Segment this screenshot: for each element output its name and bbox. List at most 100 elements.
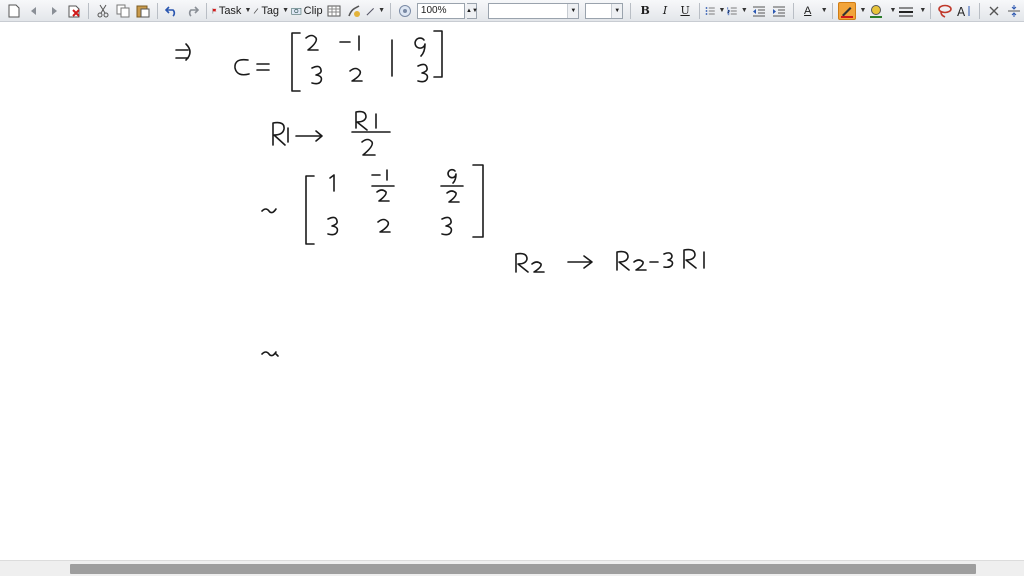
text-size-button[interactable]: A [956,2,974,20]
ink-r1-right [683,248,705,269]
task-button[interactable]: Task ▼ [212,2,252,20]
ink-right-bracket-2 [472,164,484,238]
fill-color-button[interactable] [867,2,885,20]
outdent-button[interactable] [750,2,768,20]
zoom-button[interactable] [396,2,414,20]
pen-icon [366,7,374,16]
table-icon [327,5,341,16]
ink-left-bracket-1 [291,32,301,92]
ink-equals-sign [256,63,270,71]
ink-r1-left [272,121,289,146]
text-color-label: A [804,4,812,17]
table-button[interactable] [325,2,343,20]
ink-minus-half [371,169,395,202]
ink-r2-left [515,252,545,273]
font-name-select[interactable]: ▼ [488,2,580,19]
highlighter-button[interactable] [837,1,856,20]
highlighter-icon [840,6,853,18]
chevron-down-icon: ▼ [611,3,623,18]
paste-icon [136,5,150,17]
cut-button[interactable] [94,2,112,20]
delete-button[interactable] [65,2,83,20]
svg-text:A: A [957,5,966,18]
ink-nine-half [440,168,464,203]
ink-digit-3c [327,216,339,236]
handwritten-ink [175,30,705,357]
toolbar-separator [930,2,932,19]
fill-color-dropdown-icon[interactable]: ▼ [889,7,896,14]
note-canvas[interactable] [0,22,1024,560]
ink-letter-c [234,58,250,76]
line-style-button[interactable] [897,2,915,20]
redo-icon [188,5,199,17]
undo-button[interactable] [163,2,181,20]
tag-button[interactable]: Tag ▼ [253,2,289,20]
chevron-down-icon: ▼ [567,3,579,18]
text-color-dropdown-icon[interactable]: ▼ [821,7,828,14]
ink-arrow-2 [567,255,593,269]
toolbar-separator [792,2,794,19]
ink-digit-3d [441,216,453,236]
highlighter-dropdown-icon[interactable]: ▼ [860,7,867,14]
insert-space-button[interactable] [1005,2,1023,20]
new-page-button[interactable] [5,2,23,20]
back-button[interactable] [25,2,43,20]
tag-icon [254,7,259,14]
copy-button[interactable] [114,2,132,20]
toolbar-separator [88,2,89,19]
italic-button[interactable]: I [656,2,674,20]
zoom-input[interactable]: 100% [416,2,466,19]
ink-r2-right [616,250,647,271]
ink-digit-3b [417,63,429,83]
line-style-icon [899,7,914,16]
text-size-icon: A [957,5,970,18]
forward-icon [52,6,57,15]
bullets-icon [705,6,715,15]
ink-digit-2c [377,218,391,233]
ink-digit-2 [305,34,319,51]
new-page-icon [8,4,20,17]
paste-button[interactable] [134,2,152,20]
task-dropdown-icon: ▼ [244,6,252,14]
ink-left-bracket-2 [305,175,315,245]
underline-button[interactable]: U [676,2,694,20]
ink-digit-9 [414,37,426,57]
numbering-dropdown-icon: ▼ [740,6,748,14]
numbering-button[interactable]: ▼ [727,2,748,20]
line-style-dropdown-icon[interactable]: ▼ [919,7,926,14]
horizontal-scrollbar[interactable] [0,560,1024,576]
task-label: Task [218,4,242,17]
redo-button[interactable] [183,2,201,20]
insert-button[interactable] [345,2,363,20]
bullets-button[interactable]: ▼ [705,2,725,20]
toolbar: Task ▼ Tag ▼ Clip ▼ 100% ▲▼ ▼ ▼ B I U ▼ [0,0,1024,22]
toolbar-separator [979,2,981,19]
ink-minus-1 [339,35,360,51]
copy-icon [116,4,130,17]
ink-digit-1 [329,174,335,192]
text-color-button[interactable]: A [799,2,817,20]
toolbar-separator [630,2,632,19]
tag-label: Tag [261,4,280,17]
erase-button[interactable] [985,2,1003,20]
tag-dropdown-icon: ▼ [282,6,289,14]
lasso-button[interactable] [936,2,954,20]
lasso-icon [938,4,952,18]
cut-icon [97,4,109,17]
font-size-select[interactable]: ▼ [585,2,624,19]
zoom-spinner[interactable]: ▲▼ [466,2,478,19]
undo-icon [164,5,175,17]
clip-label: Clip [303,4,323,17]
clip-button[interactable]: Clip [291,2,323,20]
ink-digit-3e [663,252,674,269]
bold-button[interactable]: B [636,2,654,20]
toolbar-separator [831,2,833,19]
toolbar-separator [156,2,158,19]
indent-button[interactable] [770,2,788,20]
toolbar-separator [390,2,391,19]
forward-button[interactable] [45,2,63,20]
numbering-icon [727,6,738,15]
pen-button[interactable]: ▼ [365,2,385,20]
bullets-dropdown-icon: ▼ [718,6,726,14]
scrollbar-thumb[interactable] [70,564,976,574]
